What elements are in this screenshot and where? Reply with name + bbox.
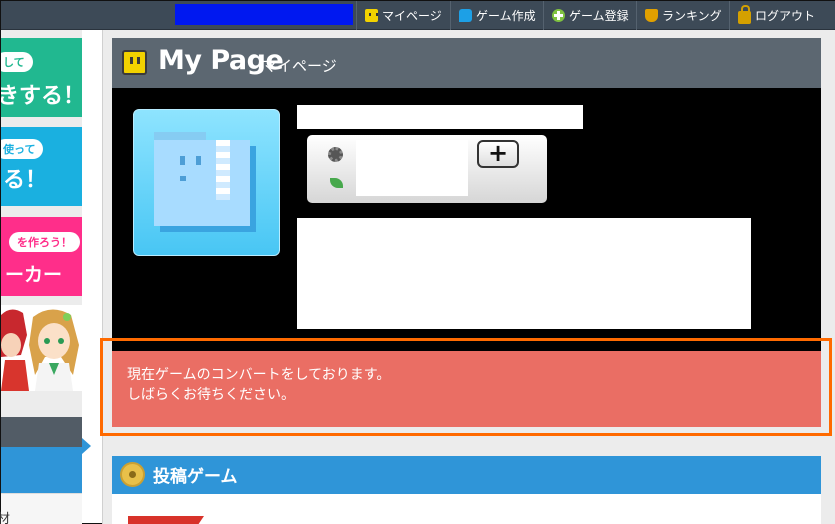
- active-indicator-arrow: [82, 438, 91, 454]
- mypage-header: My Page マイページ: [112, 38, 821, 88]
- top-navigation-bar: マイページ ゲーム作成 ゲーム登録 ランキング ログアウト: [1, 1, 835, 30]
- anime-characters-image: [1, 309, 79, 391]
- conversion-notice: 現在ゲームのコンバートをしております。 しばらくお待ちください。: [112, 351, 821, 427]
- left-sidebar: して きする！ 使って る！ を作ろう！ ーカー 材: [0, 30, 82, 524]
- sidebar-item[interactable]: 材: [0, 493, 82, 524]
- notice-line-1: 現在ゲームのコンバートをしております。: [127, 367, 391, 383]
- profile-description-redacted: [297, 218, 751, 329]
- game-category-tag: [128, 516, 204, 524]
- sidebar-section-header: [1, 417, 82, 447]
- nav-ranking-link[interactable]: ランキング: [636, 1, 729, 30]
- create-icon: [459, 9, 472, 22]
- nav-mypage-link[interactable]: マイページ: [356, 1, 450, 30]
- nav-ranking-label: ランキング: [662, 9, 722, 23]
- disc-icon: [120, 462, 145, 487]
- nav-logout-label: ログアウト: [755, 9, 816, 23]
- folder-face-icon: [154, 132, 258, 228]
- banner-1-text: きする！: [1, 84, 82, 109]
- lock-icon: [738, 5, 751, 24]
- notice-line-2: しばらくお待ちください。: [127, 387, 295, 403]
- character-illustration[interactable]: [1, 305, 82, 391]
- avatar[interactable]: [133, 109, 280, 256]
- sidebar-item-active[interactable]: [1, 447, 82, 493]
- trophy-icon: [645, 9, 658, 22]
- sidebar-banner-1[interactable]: して きする！: [1, 38, 82, 117]
- page-subtitle: マイページ: [262, 57, 337, 75]
- banner-1-pill: して: [1, 52, 33, 72]
- sidebar-banner-3[interactable]: を作ろう！ ーカー: [1, 217, 82, 296]
- nav-register-link[interactable]: ゲーム登録: [543, 1, 636, 30]
- nav-create-label: ゲーム作成: [476, 9, 536, 23]
- nav-logout-link[interactable]: ログアウト: [729, 1, 835, 30]
- banner-2-pill: 使って: [1, 139, 44, 159]
- nav-mypage-label: マイページ: [382, 9, 442, 23]
- nav-create-link[interactable]: ゲーム作成: [450, 1, 543, 30]
- mypage-face-icon: [122, 50, 147, 75]
- sidebar-banner-2[interactable]: 使って る！: [1, 127, 82, 206]
- posted-games-title: 投稿ゲーム: [153, 467, 238, 487]
- username-field-redacted: [297, 105, 583, 129]
- register-icon: [552, 9, 565, 22]
- add-button[interactable]: +: [477, 140, 519, 168]
- banner-3-pill: を作ろう！: [9, 232, 80, 252]
- banner-3-text: ーカー: [5, 264, 63, 286]
- banner-2-text: る！: [3, 168, 48, 193]
- stats-values-redacted: [356, 140, 468, 196]
- sidebar-item-label: 材: [0, 512, 11, 524]
- user-name-redacted: [175, 4, 353, 25]
- gear-icon: [328, 147, 343, 162]
- posted-games-list: [112, 494, 821, 524]
- nav-register-label: ゲーム登録: [569, 9, 629, 23]
- posted-games-header: 投稿ゲーム: [112, 456, 821, 494]
- mypage-icon: [365, 9, 378, 22]
